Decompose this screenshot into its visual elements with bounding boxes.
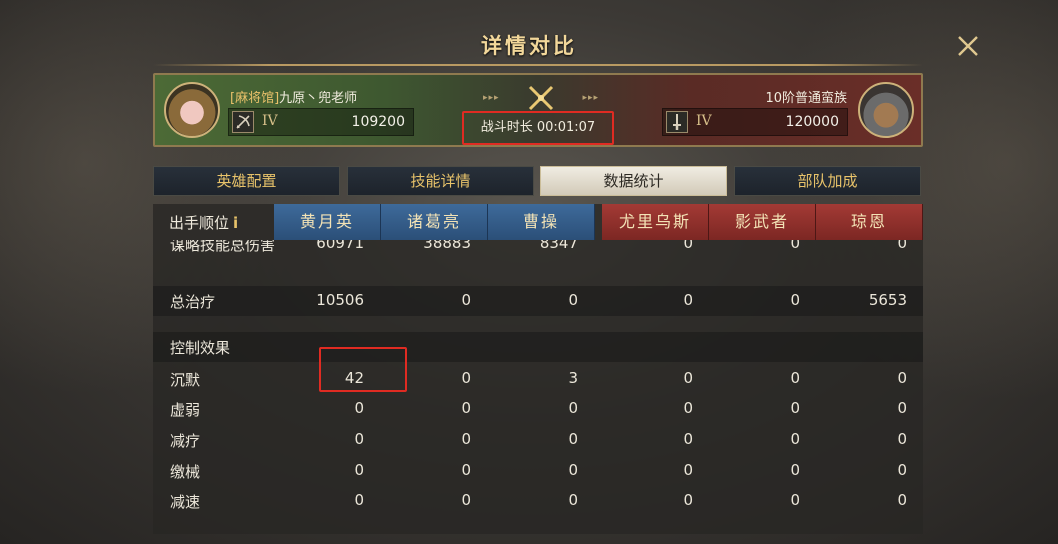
hero-column-2[interactable]: 诸葛亮 [381, 204, 488, 240]
player-stat-box: IV 109200 [228, 108, 414, 136]
battle-duration: 战斗时长 00:01:07 [462, 111, 614, 145]
tab-skill-details[interactable]: 技能详情 [347, 166, 534, 196]
close-icon [958, 36, 978, 56]
title-divider [153, 64, 923, 66]
table-row: 总治疗 10506 0 0 0 0 5653 [153, 286, 923, 316]
table-row: 谋略技能总伤害 60971 38883 8347 0 0 0 [153, 240, 923, 262]
close-button[interactable] [956, 34, 980, 58]
row-label: 控制效果 [170, 339, 231, 357]
hero-column-3[interactable]: 曹操 [488, 204, 595, 240]
table-cell: 0 [897, 399, 907, 417]
enemy-name: 10阶普通蛮族 [765, 91, 847, 106]
table-cell: 0 [568, 461, 578, 479]
highlight-box [319, 347, 407, 392]
table-cell: 0 [461, 399, 471, 417]
table-cell: 0 [683, 461, 693, 479]
enemy-stat-box: IV 120000 [662, 108, 848, 136]
table-cell: 0 [790, 399, 800, 417]
bow-icon [232, 111, 254, 133]
table-cell: 0 [897, 430, 907, 448]
player-name-text: 九原丶兜老师 [279, 91, 358, 106]
hero-column-5[interactable]: 影武者 [709, 204, 816, 240]
table-cell: 0 [683, 240, 693, 252]
table-cell: 0 [461, 461, 471, 479]
table-cell: 0 [897, 461, 907, 479]
row-label: 谋略技能总伤害 [170, 240, 276, 254]
table-cell: 0 [354, 491, 364, 509]
table-row: 缴械 0 0 0 0 0 0 [153, 456, 923, 486]
row-label: 虚弱 [170, 401, 201, 419]
table-cell: 0 [461, 491, 471, 509]
table-cell: 0 [790, 491, 800, 509]
table-cell: 8347 [539, 240, 578, 252]
table-cell: 5653 [868, 291, 907, 309]
table-row: 减疗 0 0 0 0 0 0 [153, 425, 923, 455]
table-cell: 0 [683, 430, 693, 448]
table-cell: 0 [568, 399, 578, 417]
tab-bar: 英雄配置 技能详情 数据统计 部队加成 [153, 166, 923, 196]
table-cell: 0 [683, 399, 693, 417]
table-cell: 0 [461, 291, 471, 309]
table-cell: 0 [568, 430, 578, 448]
table-cell: 60971 [316, 240, 364, 252]
table-cell: 0 [790, 461, 800, 479]
order-label: 出手顺位 i [169, 212, 238, 233]
hero-column-1[interactable]: 黄月英 [274, 204, 381, 240]
table-cell: 38883 [423, 240, 471, 252]
table-cell: 0 [790, 430, 800, 448]
row-label: 减疗 [170, 432, 201, 450]
hero-column-6[interactable]: 琼恩 [816, 204, 923, 240]
table-cell: 0 [897, 491, 907, 509]
arrows-right: ▸▸▸ [582, 93, 599, 103]
table-cell: 0 [568, 291, 578, 309]
sword-icon [666, 111, 688, 133]
table-cell: 0 [683, 491, 693, 509]
table-row: 沉默 42 0 3 0 0 0 [153, 364, 923, 394]
tab-troop-bonus[interactable]: 部队加成 [734, 166, 921, 196]
row-label: 总治疗 [170, 293, 216, 311]
versus-banner: [麻将馆]九原丶兜老师 IV 109200 ▸▸▸ ▸▸▸ 战斗时长 00:01:… [153, 73, 923, 147]
battle-duration-label: 战斗时长 [480, 120, 533, 135]
enemy-power: 120000 [785, 114, 839, 130]
crossed-swords-icon [528, 85, 554, 111]
table-cell: 0 [683, 291, 693, 309]
table-cell: 0 [897, 240, 907, 252]
tab-hero-config[interactable]: 英雄配置 [153, 166, 340, 196]
table-cell: 0 [790, 291, 800, 309]
table-cell: 3 [568, 369, 578, 387]
table-cell: 0 [461, 430, 471, 448]
table-cell: 0 [790, 369, 800, 387]
table-row: 虚弱 0 0 0 0 0 0 [153, 394, 923, 424]
table-cell: 0 [897, 369, 907, 387]
battle-duration-value: 00:01:07 [536, 120, 596, 135]
player-tier: IV [262, 113, 278, 129]
table-row: 减速 0 0 0 0 0 0 [153, 486, 923, 516]
table-cell: 0 [354, 430, 364, 448]
player-guild-tag: [麻将馆] [230, 91, 280, 106]
tab-data-stats[interactable]: 数据统计 [540, 166, 727, 196]
table-cell: 0 [354, 461, 364, 479]
hero-column-4[interactable]: 尤里乌斯 [602, 204, 709, 240]
row-label: 沉默 [170, 371, 201, 389]
order-label-text: 出手顺位 [169, 214, 230, 232]
table-cell: 0 [568, 491, 578, 509]
player-name: [麻将馆]九原丶兜老师 [230, 87, 357, 106]
info-icon[interactable]: i [233, 214, 238, 232]
enemy-avatar[interactable] [858, 82, 914, 138]
row-label: 缴械 [170, 463, 201, 481]
enemy-tier: IV [696, 113, 712, 129]
arrows-left: ▸▸▸ [483, 93, 500, 103]
hero-header-row: 出手顺位 i 黄月英 诸葛亮 曹操 尤里乌斯 影武者 琼恩 [153, 204, 923, 240]
stats-table[interactable]: 出手顺位 i 黄月英 诸葛亮 曹操 尤里乌斯 影武者 琼恩 谋略技能总伤害 60971 3888… [153, 204, 923, 534]
table-cell: 0 [790, 240, 800, 252]
table-cell: 0 [354, 399, 364, 417]
table-cell: 10506 [316, 291, 364, 309]
table-cell: 0 [683, 369, 693, 387]
dialog-title: 详情对比 [481, 34, 577, 58]
table-row: 控制效果 [153, 332, 923, 362]
player-power: 109200 [351, 114, 405, 130]
player-avatar[interactable] [164, 82, 220, 138]
versus-emblem: ▸▸▸ ▸▸▸ [475, 81, 605, 113]
row-label: 减速 [170, 493, 201, 511]
